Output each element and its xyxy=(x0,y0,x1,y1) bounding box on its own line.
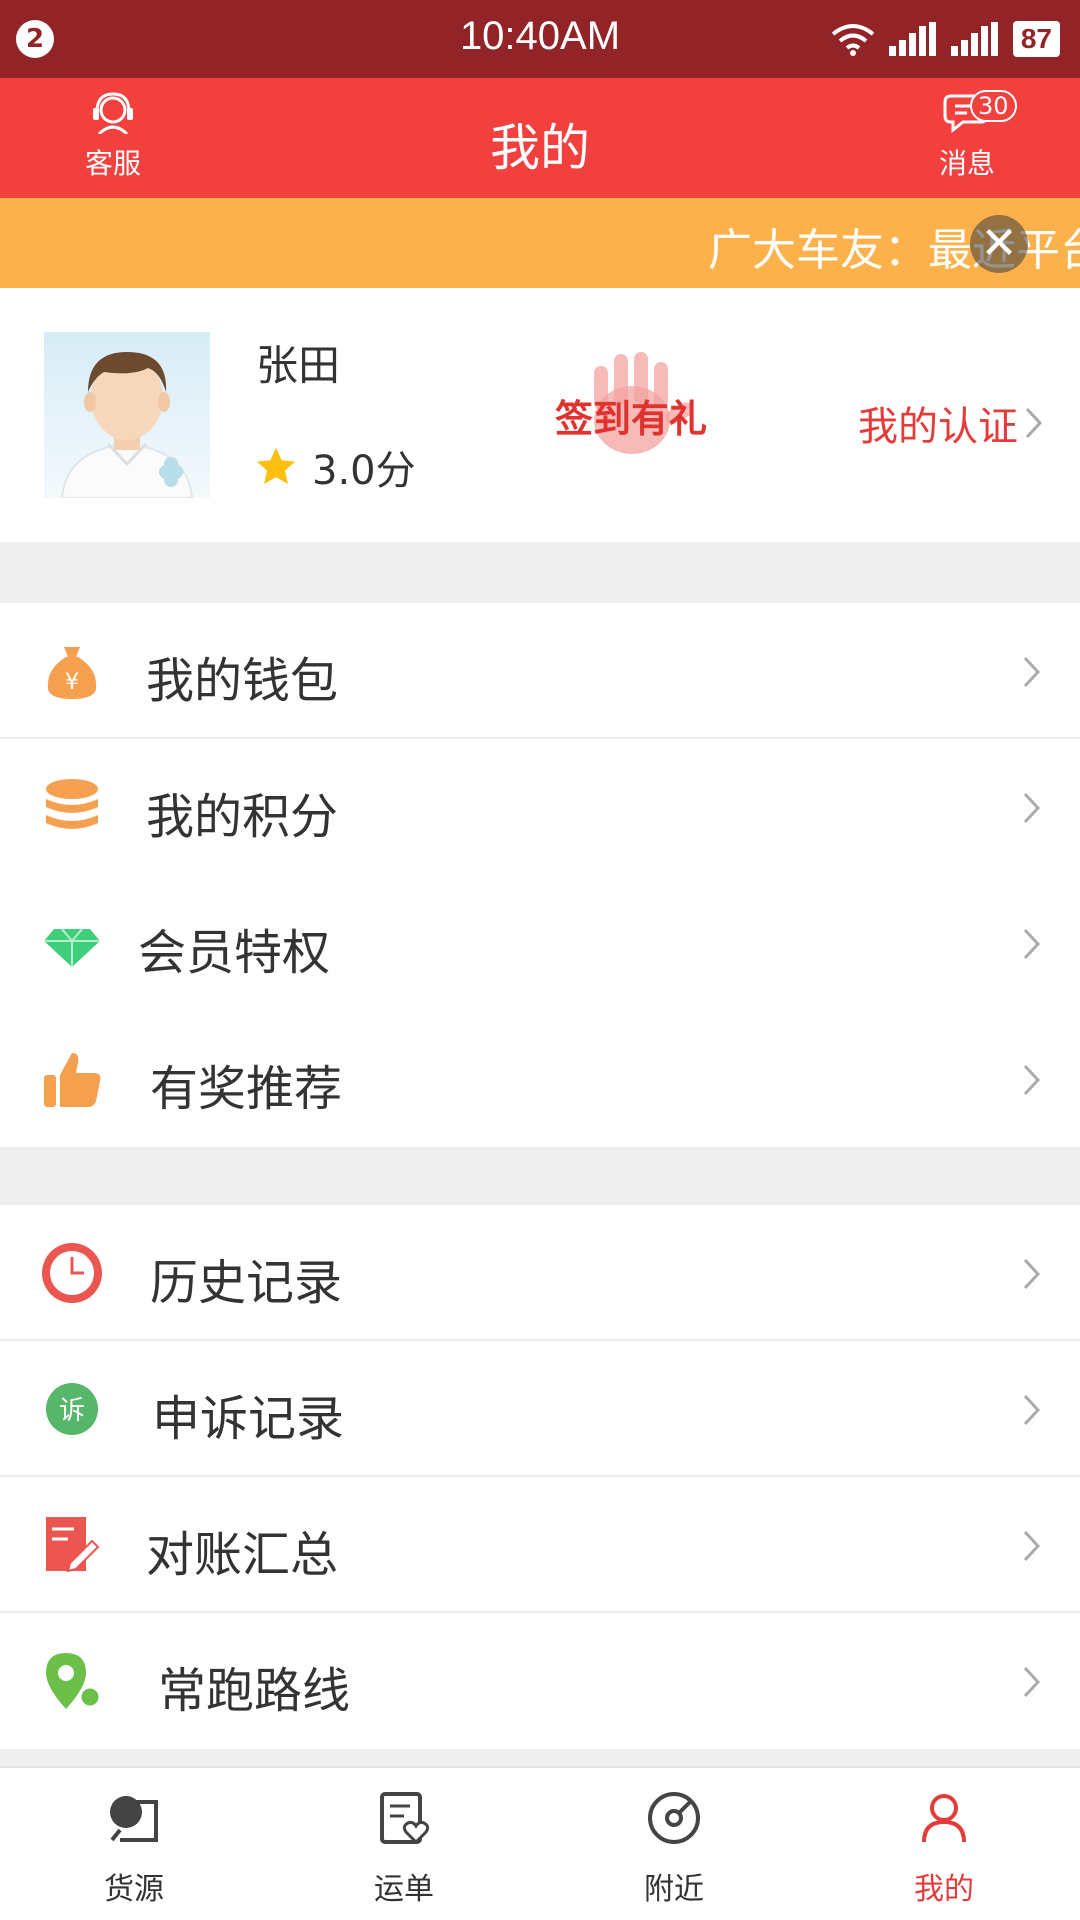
signal-icon-2 xyxy=(950,22,998,56)
battery-indicator: 87 xyxy=(1012,21,1060,57)
user-rating: 3.0分 xyxy=(254,438,416,496)
money-bag-icon: ¥ xyxy=(47,647,97,699)
menu-item-history[interactable]: 历史记录 xyxy=(0,1205,1080,1341)
notice-banner[interactable]: 广大车友：最近平台 xyxy=(0,198,1080,288)
menu-item-wallet[interactable]: ¥ 我的钱包 xyxy=(0,603,1080,739)
menu-label: 有奖推荐 xyxy=(150,1061,343,1117)
menu-item-membership[interactable]: 会员特权 xyxy=(0,875,1080,1011)
menu-label: 我的积分 xyxy=(146,789,339,845)
my-certification-link[interactable]: 我的认证 xyxy=(858,394,1044,452)
menu-group-finance: ¥ 我的钱包 我的积分 会员特权 有奖推荐 xyxy=(0,603,1080,1147)
nearby-compass-icon xyxy=(648,1792,700,1844)
menu-label: 申诉记录 xyxy=(152,1391,345,1447)
avatar[interactable] xyxy=(44,332,210,499)
complaint-icon-text: 诉 xyxy=(59,1396,85,1426)
certification-label: 我的认证 xyxy=(858,404,1018,450)
chevron-right-icon xyxy=(1023,1666,1041,1698)
tab-mine[interactable]: 我的 xyxy=(844,1790,1044,1908)
menu-item-reconciliation[interactable]: 对账汇总 xyxy=(0,1477,1080,1613)
route-pin-icon xyxy=(46,1653,102,1709)
messages-button[interactable]: 30 消息 xyxy=(912,90,1022,182)
message-count-badge: 30 xyxy=(970,90,1017,122)
sign-in-reward-button[interactable]: 签到有礼 xyxy=(546,348,716,468)
close-icon[interactable]: ✕ xyxy=(970,215,1028,273)
complaint-icon: 诉 xyxy=(46,1383,98,1435)
menu-label: 历史记录 xyxy=(150,1255,343,1311)
clock-icon xyxy=(42,1243,102,1303)
profile-card: 张田 3.0分 签到有礼 我的认证 xyxy=(0,288,1080,542)
menu-label: 常跑路线 xyxy=(158,1663,351,1719)
menu-item-complaints[interactable]: 诉 申诉记录 xyxy=(0,1341,1080,1477)
chevron-right-icon xyxy=(1023,1258,1041,1290)
tab-label: 运单 xyxy=(374,1872,434,1907)
menu-label: 对账汇总 xyxy=(146,1527,339,1583)
tab-nearby[interactable]: 附近 xyxy=(574,1790,774,1908)
ledger-icon xyxy=(46,1517,100,1573)
menu-item-points[interactable]: 我的积分 xyxy=(0,739,1080,875)
star-icon xyxy=(256,447,296,485)
rating-value: 3.0分 xyxy=(312,448,416,494)
app-header: 客服 我的 30 消息 xyxy=(0,78,1080,198)
messages-label: 消息 xyxy=(938,147,995,180)
menu-item-referral[interactable]: 有奖推荐 xyxy=(0,1011,1080,1147)
chevron-right-icon xyxy=(1025,407,1043,439)
tab-label: 我的 xyxy=(914,1872,974,1907)
tab-label: 附近 xyxy=(644,1872,704,1907)
wifi-icon xyxy=(831,24,875,56)
signal-icon xyxy=(888,22,936,56)
menu-item-routes[interactable]: 常跑路线 xyxy=(0,1613,1080,1749)
menu-label: 我的钱包 xyxy=(146,653,339,709)
diamond-icon xyxy=(44,928,100,967)
thumbs-up-icon xyxy=(44,1053,101,1107)
tab-label: 货源 xyxy=(104,1872,164,1907)
chevron-right-icon xyxy=(1023,656,1041,688)
user-name: 张田 xyxy=(256,341,341,390)
menu-group-records: 历史记录 诉 申诉记录 对账汇总 常跑路线 xyxy=(0,1205,1080,1749)
coins-icon xyxy=(46,779,98,829)
profile-icon xyxy=(922,1794,966,1843)
chevron-right-icon xyxy=(1023,1064,1041,1096)
bottom-tab-bar: 货源 运单 附近 我的 xyxy=(0,1766,1080,1920)
waybill-icon xyxy=(380,1792,430,1845)
cargo-icon xyxy=(110,1796,158,1842)
sign-in-reward-label: 签到有礼 xyxy=(554,397,707,441)
tab-cargo[interactable]: 货源 xyxy=(34,1790,234,1908)
chevron-right-icon xyxy=(1023,928,1041,960)
chevron-right-icon xyxy=(1023,792,1041,824)
status-bar: 2 10:40AM 87 xyxy=(0,0,1080,78)
svg-text:¥: ¥ xyxy=(65,670,79,695)
tab-waybill[interactable]: 运单 xyxy=(304,1790,504,1908)
menu-label: 会员特权 xyxy=(138,925,331,981)
chevron-right-icon xyxy=(1023,1530,1041,1562)
chevron-right-icon xyxy=(1023,1394,1041,1426)
